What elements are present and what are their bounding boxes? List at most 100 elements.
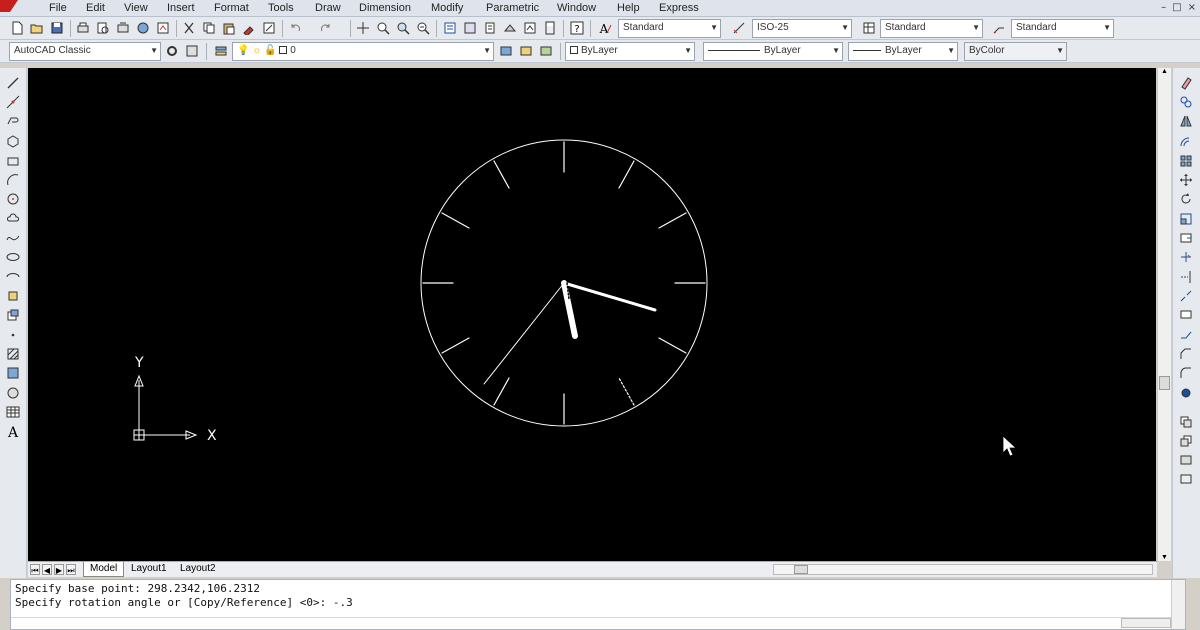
workspace-dropdown[interactable]: AutoCAD Classic ▼: [9, 42, 161, 61]
polygon-icon[interactable]: [4, 132, 22, 149]
my-workspace-icon[interactable]: [184, 43, 200, 59]
offset-icon[interactable]: [1177, 132, 1195, 149]
multiline-text-icon[interactable]: A: [4, 422, 22, 439]
ellipse-arc-icon[interactable]: [4, 268, 22, 285]
table-icon[interactable]: [4, 403, 22, 420]
menu-format[interactable]: Format: [214, 2, 249, 14]
point-icon[interactable]: [4, 326, 22, 343]
make-block-icon[interactable]: [4, 306, 22, 323]
lineweight-dropdown[interactable]: ByLayer ▼: [848, 42, 958, 61]
menu-tools[interactable]: Tools: [268, 2, 294, 14]
text-style-dropdown[interactable]: Standard ▼: [618, 19, 721, 38]
linetype-dropdown[interactable]: ByLayer ▼: [703, 42, 843, 61]
break-icon[interactable]: [1177, 306, 1195, 323]
erase-icon[interactable]: [1177, 74, 1195, 91]
trim-icon[interactable]: [1177, 248, 1195, 265]
sheet-set-icon[interactable]: [502, 20, 518, 36]
restore-button[interactable]: □: [1172, 2, 1181, 13]
zoom-realtime-icon[interactable]: [375, 20, 391, 36]
pan-icon[interactable]: [355, 20, 371, 36]
menu-insert[interactable]: Insert: [167, 2, 195, 14]
gradient-icon[interactable]: [4, 364, 22, 381]
plot-preview-icon[interactable]: [95, 20, 111, 36]
menu-help[interactable]: Help: [617, 2, 640, 14]
paste-icon[interactable]: [221, 20, 237, 36]
command-input[interactable]: [11, 617, 1171, 629]
ellipse-icon[interactable]: [4, 248, 22, 265]
menu-express[interactable]: Express: [659, 2, 699, 14]
multileader-style-icon[interactable]: [991, 20, 1007, 36]
scroll-down-arrow-icon[interactable]: ▼: [1161, 554, 1168, 561]
multileader-style-dropdown[interactable]: Standard ▼: [1011, 19, 1114, 38]
zoom-window-icon[interactable]: [395, 20, 411, 36]
copy-icon[interactable]: [1177, 93, 1195, 110]
tab-layout1[interactable]: Layout1: [125, 562, 173, 577]
publish-icon[interactable]: [115, 20, 131, 36]
make-current-layer-icon[interactable]: [498, 43, 514, 59]
menu-modify[interactable]: Modify: [431, 2, 463, 14]
polyline-icon[interactable]: [4, 112, 22, 129]
redo-icon[interactable]: [318, 20, 334, 36]
workspace-settings-icon[interactable]: [164, 43, 180, 59]
join-icon[interactable]: [1177, 326, 1195, 343]
match-properties-icon[interactable]: [241, 20, 257, 36]
plot-icon[interactable]: [75, 20, 91, 36]
table-style-dropdown[interactable]: Standard ▼: [880, 19, 983, 38]
menu-view[interactable]: View: [124, 2, 148, 14]
scale-icon[interactable]: [1177, 210, 1195, 227]
block-editor-icon[interactable]: [261, 20, 277, 36]
layer-properties-icon[interactable]: [213, 43, 229, 59]
hatch-icon[interactable]: [4, 345, 22, 362]
close-button[interactable]: ×: [1188, 2, 1196, 13]
command-vertical-scrollbar[interactable]: [1171, 580, 1185, 629]
array-icon[interactable]: [1177, 152, 1195, 169]
undo-icon[interactable]: [287, 20, 303, 36]
command-horizontal-scrollbar[interactable]: [1121, 618, 1171, 628]
menu-dimension[interactable]: Dimension: [359, 2, 411, 14]
design-center-icon[interactable]: [462, 20, 478, 36]
save-icon[interactable]: [49, 20, 65, 36]
vertical-scroll-thumb[interactable]: [1159, 376, 1170, 390]
help-icon[interactable]: ?: [569, 20, 585, 36]
cut-icon[interactable]: [181, 20, 197, 36]
insert-block-icon[interactable]: [4, 287, 22, 304]
tool-palettes-icon[interactable]: [482, 20, 498, 36]
autocad-logo-icon[interactable]: [0, 0, 24, 17]
horizontal-scrollbar[interactable]: [773, 564, 1153, 575]
properties-icon[interactable]: [442, 20, 458, 36]
table-style-icon[interactable]: [861, 20, 877, 36]
rotate-icon[interactable]: [1177, 190, 1195, 207]
layer-states-icon[interactable]: [538, 43, 554, 59]
spline-icon[interactable]: [4, 229, 22, 246]
new-icon[interactable]: [9, 20, 25, 36]
scroll-up-arrow-icon[interactable]: ▲: [1161, 68, 1168, 75]
publish-web-icon[interactable]: [155, 20, 171, 36]
open-icon[interactable]: [29, 20, 45, 36]
region-icon[interactable]: [4, 384, 22, 401]
break-at-point-icon[interactable]: [1177, 287, 1195, 304]
explode-icon[interactable]: [1177, 384, 1195, 401]
prev-tab-icon[interactable]: ◀: [42, 564, 52, 575]
revision-cloud-icon[interactable]: [4, 210, 22, 227]
move-icon[interactable]: [1177, 171, 1195, 188]
rectangle-icon[interactable]: [4, 152, 22, 169]
first-tab-icon[interactable]: ⏮: [30, 564, 40, 575]
layer-previous-icon[interactable]: [518, 43, 534, 59]
markup-icon[interactable]: [522, 20, 538, 36]
dimension-style-icon[interactable]: [731, 20, 747, 36]
tab-model[interactable]: Model: [83, 562, 125, 577]
zoom-previous-icon[interactable]: [415, 20, 431, 36]
extend-icon[interactable]: [1177, 268, 1195, 285]
dimension-style-dropdown[interactable]: ISO-25 ▼: [752, 19, 852, 38]
color-dropdown[interactable]: ByLayer ▼: [565, 42, 695, 61]
next-tab-icon[interactable]: ▶: [54, 564, 64, 575]
menu-window[interactable]: Window: [557, 2, 596, 14]
mirror-icon[interactable]: [1177, 112, 1195, 129]
quickcalc-icon[interactable]: [542, 20, 558, 36]
minimize-button[interactable]: –: [1161, 2, 1166, 13]
draworder-back-icon[interactable]: [1177, 432, 1195, 449]
draworder-under-icon[interactable]: [1177, 470, 1195, 487]
line-icon[interactable]: [4, 74, 22, 91]
tab-layout2[interactable]: Layout2: [174, 562, 222, 577]
circle-icon[interactable]: [4, 190, 22, 207]
